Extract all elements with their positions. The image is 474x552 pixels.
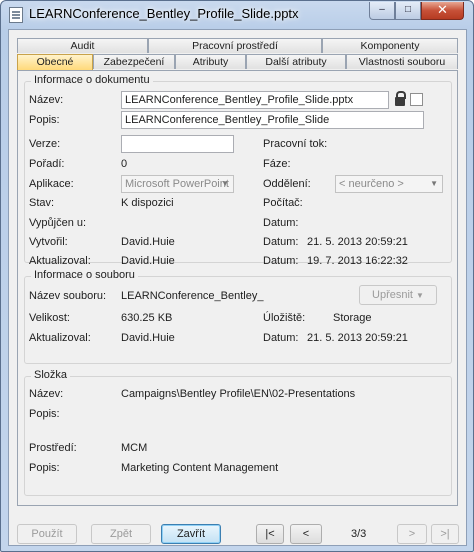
dialog-client-area: Audit Pracovní prostředí Komponenty Obec… — [8, 29, 467, 546]
tab-components[interactable]: Komponenty — [322, 38, 458, 53]
workflow-label: Pracovní tok: — [263, 138, 328, 150]
file-updated-by-label: Aktualizoval: — [29, 332, 91, 344]
computer-label: Počítač: — [263, 197, 303, 209]
version-field[interactable] — [121, 135, 234, 153]
tab-attributes[interactable]: Atributy — [175, 54, 246, 69]
tab-security[interactable]: Zabezpečení — [93, 54, 175, 69]
first-page-button[interactable]: |< — [256, 524, 284, 544]
apply-button[interactable]: Použít — [17, 524, 77, 544]
name-label: Název: — [29, 94, 64, 106]
version-label: Verze: — [29, 138, 61, 150]
tab-work-environment[interactable]: Pracovní prostředí — [148, 38, 322, 53]
page-indicator: 3/3 — [351, 528, 367, 540]
folder-name-label: Název: — [29, 388, 64, 400]
created-by-value: David.Huie — [121, 236, 175, 248]
order-value: 0 — [121, 158, 128, 170]
department-select[interactable]: < neurčeno > ▼ — [335, 175, 443, 193]
folder-description-label: Popis: — [29, 408, 60, 420]
checked-out-label: Vypůjčen u: — [29, 217, 87, 229]
file-name-label: Název souboru: — [29, 290, 107, 302]
general-tab-panel: Informace o dokumentu Název: LEARNConfer… — [17, 70, 458, 506]
updated-date-label: Datum: — [263, 255, 299, 267]
next-page-button[interactable]: > — [397, 524, 427, 544]
maximize-button[interactable]: □ — [395, 2, 421, 20]
environment-description-label: Popis: — [29, 462, 60, 474]
department-value: < neurčeno > — [339, 178, 404, 190]
minimize-button[interactable]: – — [369, 2, 395, 20]
environment-description-value: Marketing Content Management — [121, 462, 279, 474]
tab-audit[interactable]: Audit — [17, 38, 148, 53]
previous-page-button[interactable]: < — [290, 524, 322, 544]
close-button[interactable]: Zavřít — [161, 524, 221, 544]
tab-more-attributes[interactable]: Další atributy — [246, 54, 346, 69]
name-field[interactable]: LEARNConference_Bentley_Profile_Slide.pp… — [121, 91, 389, 109]
file-updated-by-value: David.Huie — [121, 332, 175, 344]
file-info-group: Informace o souboru Název souboru: LEARN… — [24, 269, 452, 364]
state-value: K dispozici — [121, 197, 174, 209]
description-label: Popis: — [29, 114, 60, 126]
file-info-title: Informace o souboru — [31, 269, 138, 281]
tab-general[interactable]: Obecné — [17, 54, 93, 70]
last-page-button[interactable]: >| — [431, 524, 459, 544]
storage-value: Storage — [333, 312, 372, 324]
size-label: Velikost: — [29, 312, 70, 324]
chevron-down-icon: ▼ — [221, 179, 229, 188]
window-title: LEARNConference_Bentley_Profile_Slide.pp… — [29, 6, 299, 21]
updated-by-label: Aktualizoval: — [29, 255, 91, 267]
lock-checkbox[interactable] — [410, 93, 423, 106]
size-value: 630.25 KB — [121, 312, 173, 324]
tab-file-properties[interactable]: Vlastnosti souboru — [346, 54, 458, 69]
created-by-label: Vytvořil: — [29, 236, 68, 248]
document-icon — [9, 7, 23, 23]
file-date-value: 21. 5. 2013 20:59:21 — [307, 332, 408, 344]
refine-button[interactable]: Upřesnit ▼ — [359, 285, 437, 305]
chevron-down-icon: ▼ — [416, 291, 424, 300]
application-label: Aplikace: — [29, 178, 74, 190]
created-date-label: Datum: — [263, 236, 299, 248]
storage-label: Úložiště: — [263, 312, 306, 324]
folder-group: Složka Název: Campaigns\Bentley Profile\… — [24, 369, 452, 496]
chevron-down-icon: ▼ — [430, 179, 438, 188]
lock-icon[interactable] — [395, 91, 406, 106]
back-button[interactable]: Zpět — [91, 524, 151, 544]
application-value: Microsoft PowerPoint — [125, 178, 229, 190]
properties-window: LEARNConference_Bentley_Profile_Slide.pp… — [0, 0, 474, 552]
refine-button-label: Upřesnit — [372, 289, 413, 301]
environment-label: Prostředí: — [29, 442, 77, 454]
application-select[interactable]: Microsoft PowerPoint ▼ — [121, 175, 234, 193]
file-name-value: LEARNConference_Bentley_ — [121, 290, 264, 302]
department-label: Oddělení: — [263, 178, 311, 190]
document-info-group: Informace o dokumentu Název: LEARNConfer… — [24, 74, 452, 267]
folder-title: Složka — [31, 369, 71, 381]
updated-by-value: David.Huie — [121, 255, 175, 267]
description-field[interactable]: LEARNConference_Bentley_Profile_Slide — [121, 111, 424, 129]
environment-value: MCM — [121, 442, 148, 454]
checked-out-date-label: Datum: — [263, 217, 299, 229]
state-label: Stav: — [29, 197, 55, 209]
phase-label: Fáze: — [263, 158, 291, 170]
title-bar[interactable]: LEARNConference_Bentley_Profile_Slide.pp… — [1, 1, 473, 29]
folder-name-value: Campaigns\Bentley Profile\EN\02-Presenta… — [121, 388, 356, 400]
tab-row-top: Audit Pracovní prostředí Komponenty — [17, 38, 458, 53]
document-info-title: Informace o dokumentu — [31, 74, 153, 86]
created-date-value: 21. 5. 2013 20:59:21 — [307, 236, 408, 248]
updated-date-value: 19. 7. 2013 16:22:32 — [307, 255, 408, 267]
file-date-label: Datum: — [263, 332, 299, 344]
order-label: Pořadí: — [29, 158, 65, 170]
close-window-button[interactable]: ✕ — [421, 2, 464, 20]
